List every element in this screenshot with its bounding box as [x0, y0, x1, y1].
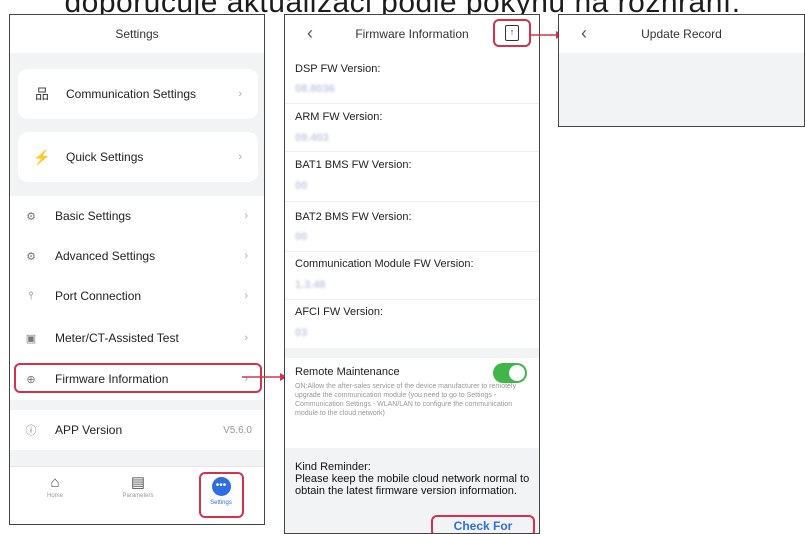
chevron-right-icon: ›: [244, 250, 248, 262]
fw-label: Communication Module FW Version:: [295, 258, 474, 270]
sidebar-item-basic-settings[interactable]: ⚙ Basic Settings ›: [10, 196, 264, 236]
card-label: Quick Settings: [66, 150, 144, 164]
document-icon: ▤: [130, 474, 146, 491]
remote-maintenance-toggle[interactable]: [493, 363, 527, 383]
app-version-value: V5.6.0: [223, 424, 252, 436]
fw-value: 03: [295, 327, 308, 339]
list-item-label: Meter/CT-Assisted Test: [55, 331, 179, 345]
kind-reminder-title: Kind Reminder:: [295, 461, 371, 473]
fw-label: ARM FW Version:: [295, 111, 383, 123]
chevron-right-icon: ›: [238, 88, 242, 100]
fw-label: AFCI FW Version:: [295, 306, 384, 318]
firmware-highlight: [14, 363, 262, 393]
fw-value: 08.8036: [295, 83, 335, 95]
fw-label: BAT1 BMS FW Version:: [295, 159, 412, 171]
app-version-row: ⓘ APP Version V5.6.0: [10, 410, 264, 450]
page-title: Settings: [115, 27, 159, 41]
page-title: Update Record: [641, 27, 722, 41]
chevron-right-icon: ›: [244, 210, 248, 222]
tab-parameters[interactable]: ▤ Parameters: [103, 473, 173, 499]
sidebar-item-advanced-settings[interactable]: ⚙ Advanced Settings ›: [10, 236, 264, 276]
tab-label: Home: [46, 493, 63, 499]
chevron-right-icon: ›: [244, 332, 248, 344]
fw-value: 09.403: [295, 132, 329, 144]
port-icon: ⫯: [28, 289, 34, 302]
app-version-row-wrap: ⓘ APP Version V5.6.0: [10, 410, 264, 450]
kind-reminder-text: Please keep the mobile cloud network nor…: [295, 473, 530, 497]
fw-label: BAT2 BMS FW Version:: [295, 211, 412, 223]
settings-screen: Settings 品 Communication Settings › ⚡ Qu…: [9, 14, 265, 525]
arrow-connector: [242, 373, 287, 381]
fw-value: 00: [295, 231, 308, 243]
check-for-update-button[interactable]: Check For Update: [431, 515, 535, 533]
fw-value: 00: [295, 180, 308, 192]
settings-tab-highlight: [199, 472, 244, 518]
home-icon: ⌂: [50, 474, 60, 491]
update-record-nav-bar: ‹ Update Record: [559, 15, 804, 53]
firmware-nav-bar: ‹ Firmware Information ↑: [285, 15, 539, 53]
firmware-list: DSP FW Version: 08.8036 ARM FW Version: …: [285, 53, 539, 348]
back-icon[interactable]: ‹: [307, 23, 313, 44]
chevron-right-icon: ›: [238, 151, 242, 163]
remote-maintenance-section: Remote Maintenance ON:Allow the after-sa…: [285, 358, 539, 448]
remote-maintenance-title: Remote Maintenance: [295, 366, 400, 378]
fw-label: DSP FW Version:: [295, 63, 381, 75]
sidebar-item-meter-test[interactable]: ▣ Meter/CT-Assisted Test ›: [10, 318, 264, 358]
tab-label: Parameters: [122, 493, 154, 499]
tab-home[interactable]: ⌂ Home: [20, 473, 90, 499]
list-item-label: Port Connection: [55, 289, 142, 303]
kind-reminder: Kind Reminder: Please keep the mobile cl…: [295, 461, 531, 497]
update-record-screen: ‹ Update Record: [558, 14, 805, 127]
app-version-label: APP Version: [55, 423, 123, 437]
gear-icon: ⚙: [26, 210, 36, 223]
advanced-gear-icon: ⚙: [26, 250, 36, 263]
page-title: Firmware Information: [355, 27, 469, 41]
fw-value: 1.3.48: [295, 279, 326, 291]
network-icon: 品: [35, 86, 49, 102]
chevron-right-icon: ›: [244, 290, 248, 302]
firmware-screen: ‹ Firmware Information ↑ DSP FW Version:…: [284, 14, 540, 534]
sidebar-item-port-connection[interactable]: ⫯ Port Connection ›: [10, 276, 264, 316]
communication-settings-card[interactable]: 品 Communication Settings ›: [18, 69, 258, 119]
record-icon-highlight: [493, 19, 531, 47]
quick-settings-card[interactable]: ⚡ Quick Settings ›: [18, 132, 258, 182]
card-label: Communication Settings: [66, 87, 197, 101]
lightning-icon: ⚡: [33, 148, 51, 165]
meter-icon: ▣: [25, 332, 37, 345]
info-icon: ⓘ: [25, 425, 37, 437]
settings-nav-bar: Settings: [10, 15, 264, 53]
tab-bar: ⌂ Home ▤ Parameters ••• Settings: [10, 466, 264, 524]
list-item-label: Basic Settings: [55, 209, 132, 223]
remote-maintenance-description: ON:Allow the after-sales service of the …: [295, 383, 516, 417]
back-icon[interactable]: ‹: [581, 23, 587, 44]
list-item-label: Advanced Settings: [55, 249, 156, 263]
